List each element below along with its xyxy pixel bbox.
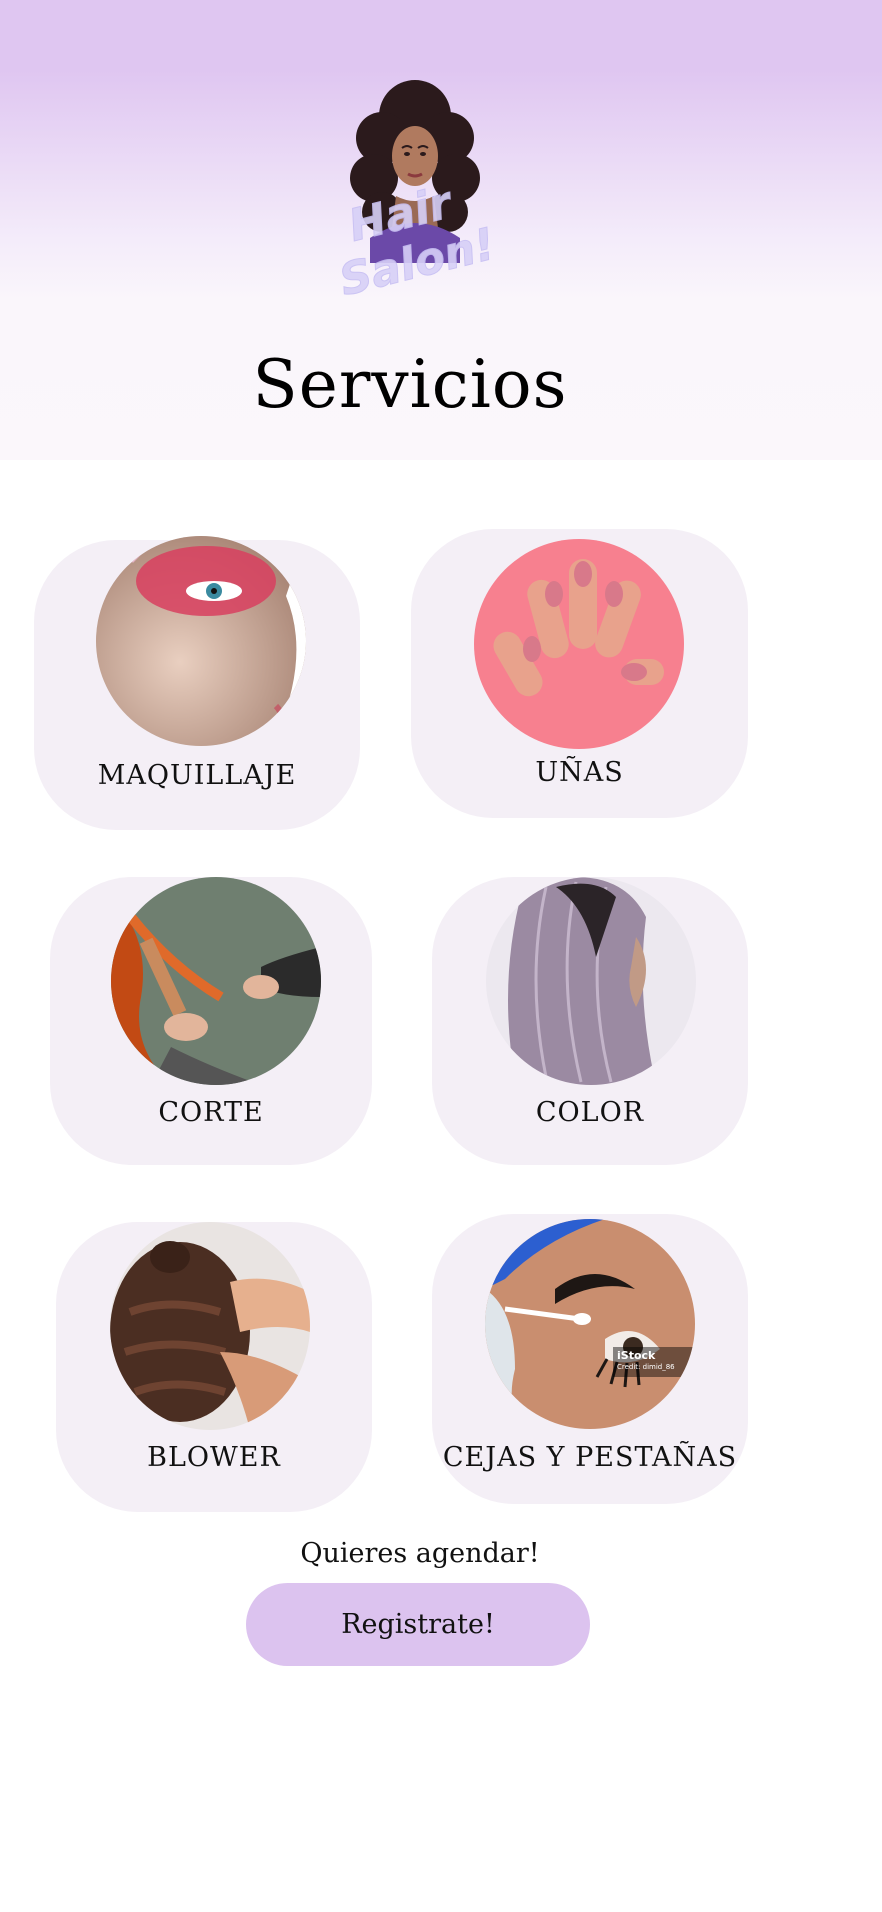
page-title: Servicios	[252, 346, 568, 423]
istock-watermark: iStock	[617, 1349, 656, 1362]
service-label: CEJAS Y PESTAÑAS	[442, 1442, 738, 1473]
logo-text: Hair Salon!	[334, 176, 500, 298]
hair-salon-logo[interactable]: Hair Salon!	[330, 78, 500, 298]
hair-styling-photo	[110, 1222, 310, 1430]
lavender-hair-photo	[486, 877, 696, 1085]
service-label: COLOR	[535, 1097, 645, 1128]
service-card-blower[interactable]: BLOWER	[56, 1222, 372, 1512]
service-label: UÑAS	[535, 757, 624, 788]
makeup-eye-photo	[96, 536, 306, 746]
register-button[interactable]: Registrate!	[246, 1583, 590, 1666]
service-label: MAQUILLAJE	[97, 760, 297, 791]
service-card-corte[interactable]: CORTE	[50, 877, 372, 1165]
schedule-question: Quieres agendar!	[300, 1538, 540, 1569]
service-label: BLOWER	[147, 1442, 281, 1473]
pink-nails-photo	[474, 539, 684, 749]
service-label: CORTE	[158, 1097, 264, 1128]
header: Hair Salon! Servicios	[0, 0, 882, 460]
hair-cut-photo	[111, 877, 321, 1085]
istock-credit: Credit: dimid_86	[617, 1363, 675, 1371]
service-card-maquillaje[interactable]: MAQUILLAJE	[34, 536, 360, 830]
service-card-color[interactable]: COLOR	[432, 877, 748, 1165]
service-card-cejas-pestanas[interactable]: iStock Credit: dimid_86 CEJAS Y PESTAÑAS	[432, 1214, 748, 1504]
service-card-unas[interactable]: UÑAS	[411, 529, 748, 818]
eyebrow-lash-photo: iStock Credit: dimid_86	[485, 1219, 695, 1429]
